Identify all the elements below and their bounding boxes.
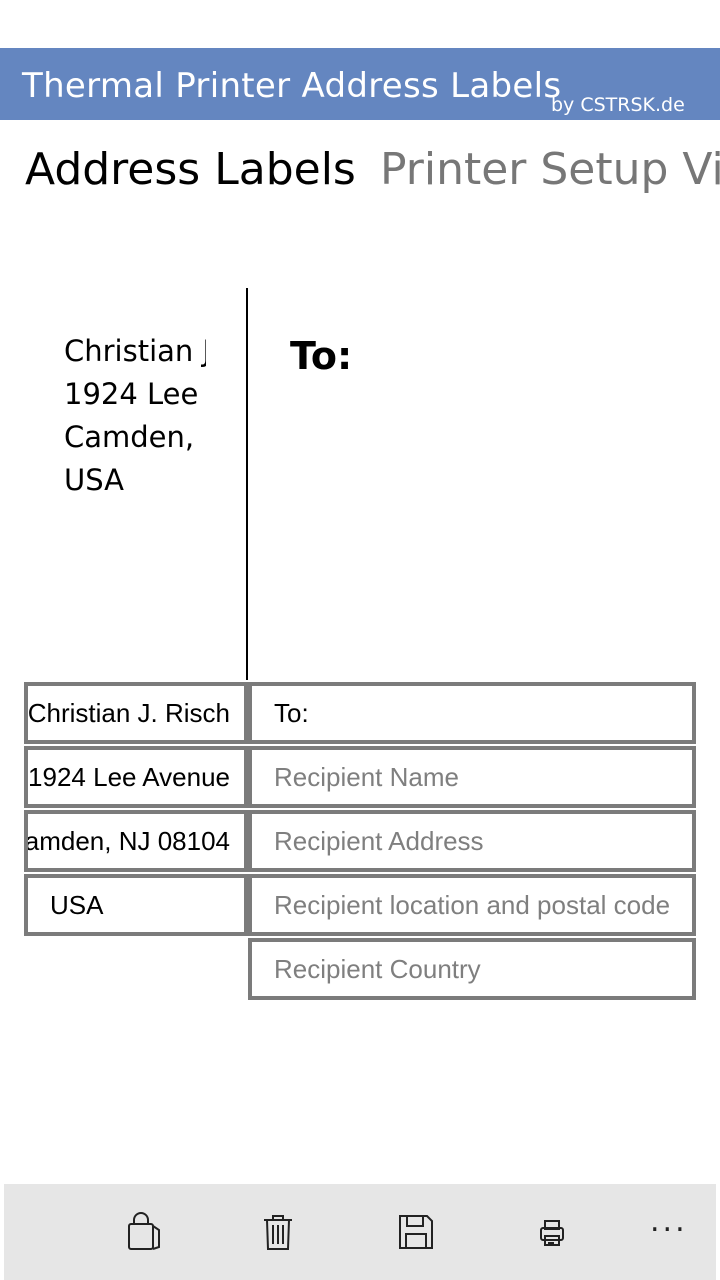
- bag-button[interactable]: [122, 1210, 166, 1254]
- more-button[interactable]: ...: [650, 1204, 688, 1239]
- print-button[interactable]: [530, 1210, 574, 1254]
- title-bar: Thermal Printer Address Labels by CSTRSK…: [0, 48, 720, 120]
- save-button[interactable]: [394, 1210, 438, 1254]
- tab-address-labels[interactable]: Address Labels: [25, 144, 356, 195]
- sender-address-field[interactable]: 1924 Lee Avenue: [24, 746, 248, 808]
- recipient-address-field[interactable]: Recipient Address: [248, 810, 696, 872]
- app-author: by CSTRSK.de: [551, 94, 685, 116]
- app-title: Thermal Printer Address Labels: [22, 66, 562, 106]
- sender-country-field[interactable]: USA: [24, 874, 248, 936]
- recipient-country-field[interactable]: Recipient Country: [248, 938, 696, 1000]
- preview-sender-location: Camden, NJ 08104: [64, 420, 206, 454]
- save-icon: [399, 1215, 433, 1249]
- sender-name-field[interactable]: Christian J. Risch: [24, 682, 248, 744]
- recipient-to-field[interactable]: To:: [248, 682, 696, 744]
- recipient-location-field[interactable]: Recipient location and postal code: [248, 874, 696, 936]
- print-icon: [540, 1220, 564, 1246]
- tab-printer-setup[interactable]: Printer Setup Vio: [380, 144, 720, 195]
- preview-sender-address: 1924 Lee Avenue: [64, 377, 206, 411]
- delete-icon: [264, 1215, 292, 1250]
- preview-sender-name: Christian J. Risch: [64, 334, 206, 368]
- bag-icon: [128, 1212, 160, 1250]
- delete-button[interactable]: [256, 1210, 300, 1254]
- label-preview-to: To:: [290, 334, 353, 378]
- preview-sender-country: USA: [64, 463, 125, 497]
- label-preview-divider: [246, 288, 248, 680]
- recipient-name-field[interactable]: Recipient Name: [248, 746, 696, 808]
- pivot-header: Address Labels Printer Setup Vio: [0, 140, 720, 210]
- sender-location-field[interactable]: Camden, NJ 08104: [24, 810, 248, 872]
- label-preview-sender: Christian J. Risch 1924 Lee Avenue Camde…: [64, 330, 206, 502]
- app-bar: ...: [4, 1184, 716, 1280]
